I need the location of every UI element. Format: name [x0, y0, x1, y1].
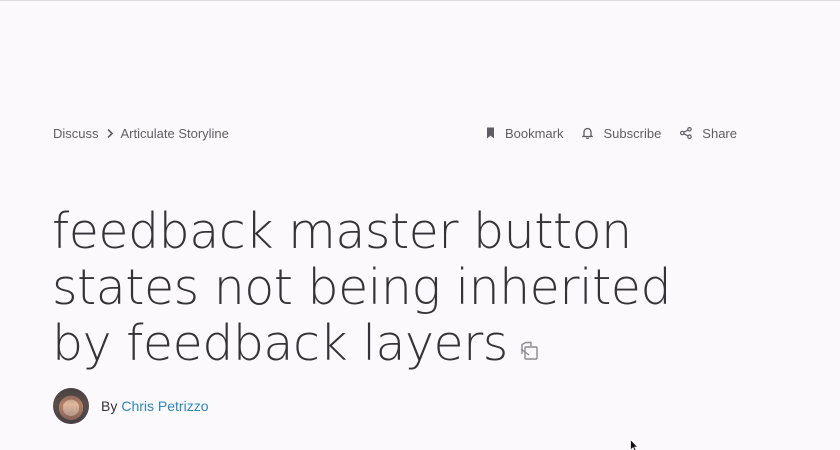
bookmark-label: Bookmark — [504, 125, 564, 141]
avatar[interactable] — [53, 388, 89, 424]
bookmark-button[interactable]: Bookmark — [486, 125, 564, 141]
breadcrumb-item-articulate-storyline[interactable]: Articulate Storyline — [121, 126, 229, 141]
page: Discuss Articulate Storyline Bookmark Su… — [0, 0, 840, 450]
post-title-text: feedback master button states not being … — [52, 203, 672, 372]
share-icon — [680, 127, 693, 139]
author-link[interactable]: Chris Petrizzo — [121, 398, 208, 414]
post-header-bar: Discuss Articulate Storyline Bookmark Su… — [53, 124, 737, 142]
bell-icon — [582, 127, 594, 139]
bookmark-icon — [486, 127, 494, 139]
copy-link-icon[interactable] — [518, 317, 540, 373]
mouse-cursor-icon — [630, 438, 640, 450]
subscribe-label: Subscribe — [603, 125, 662, 141]
author-by-label: By — [101, 398, 118, 414]
post-actions: Bookmark Subscribe Share — [486, 126, 737, 141]
post-title: feedback master button states not being … — [52, 204, 732, 375]
subscribe-button[interactable]: Subscribe — [582, 126, 661, 141]
breadcrumb: Discuss Articulate Storyline — [53, 126, 229, 141]
post-author: By Chris Petrizzo — [53, 388, 208, 424]
share-button[interactable]: Share — [680, 126, 737, 141]
breadcrumb-item-discuss[interactable]: Discuss — [53, 126, 99, 141]
chevron-right-icon — [99, 128, 121, 139]
share-label: Share — [702, 125, 737, 141]
